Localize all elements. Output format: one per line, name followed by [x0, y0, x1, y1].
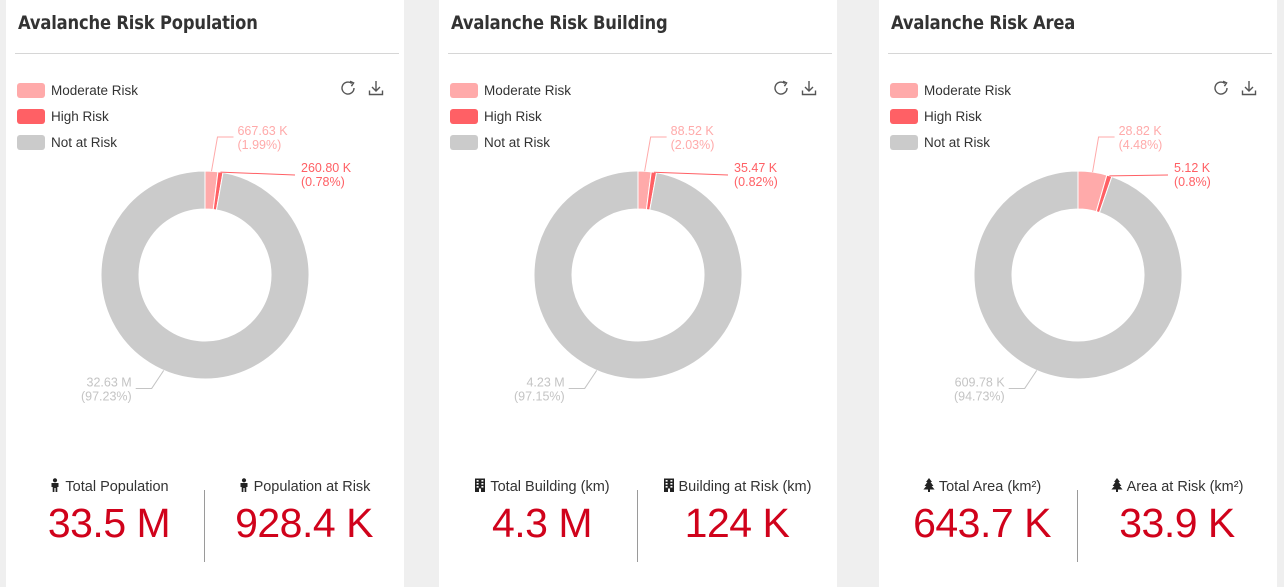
stat-label-row: Total Building (km) — [449, 478, 635, 496]
tree-icon — [923, 478, 935, 496]
legend-item-moderate-risk[interactable]: Moderate Risk — [17, 77, 138, 103]
data-label-value: 88.52 K — [671, 124, 715, 138]
stat-value: 643.7 K — [913, 500, 1051, 546]
title-divider — [15, 53, 399, 54]
data-label-value: 28.82 K — [1119, 124, 1163, 138]
leader-line — [644, 136, 667, 172]
person-icon — [49, 478, 61, 496]
legend-item-moderate-risk[interactable]: Moderate Risk — [450, 77, 571, 103]
stat-label: Total Population — [65, 479, 169, 495]
slice-not-at-risk[interactable] — [533, 170, 743, 380]
data-label-percent: (97.15%) — [514, 389, 565, 403]
data-label-percent: (94.73%) — [954, 389, 1005, 403]
data-label-percent: (97.23%) — [81, 389, 132, 403]
stat-value: 124 K — [684, 500, 790, 546]
card-title: Avalanche Risk Area — [891, 12, 1076, 34]
data-label-percent: (0.78%) — [301, 175, 345, 189]
title-divider — [448, 53, 832, 54]
slice-not-at-risk[interactable] — [100, 170, 310, 380]
donut-chart: 667.63 K(1.99%) 260.80 K(0.78%) 32.63 M(97… — [81, 124, 352, 403]
data-label-percent: (0.82%) — [734, 175, 778, 189]
stat-divider — [637, 490, 638, 562]
refresh-icon[interactable] — [339, 79, 357, 97]
stat-label: Building at Risk (km) — [678, 479, 812, 495]
legend-label: Moderate Risk — [924, 82, 1012, 98]
data-label-percent: (2.03%) — [671, 138, 715, 152]
stat-value: 33.9 K — [1119, 500, 1235, 546]
person-icon — [238, 478, 250, 496]
leader-line — [1008, 370, 1038, 389]
legend-label: Moderate Risk — [51, 82, 139, 98]
data-label-percent: (1.99%) — [237, 138, 281, 152]
data-label-value: 32.63 M — [87, 375, 132, 389]
download-icon[interactable] — [800, 79, 818, 97]
data-label-value: 35.47 K — [734, 161, 778, 175]
download-icon[interactable] — [367, 79, 385, 97]
stat-label-row: Building at Risk (km) — [644, 478, 830, 496]
building-icon — [474, 478, 486, 496]
risk-card: Avalanche Risk Building Moderate Risk High… — [439, 0, 837, 587]
legend-swatch — [450, 82, 478, 98]
stat-value: 33.5 M — [47, 500, 171, 546]
total-stat: Total Area (km²) 643.7 K — [889, 478, 1075, 547]
leader-line — [1109, 174, 1169, 177]
donut-chart: 28.82 K(4.48%) 5.12 K(0.8%) 609.78 K(94.73… — [954, 124, 1211, 403]
data-label-value: 5.12 K — [1174, 161, 1211, 175]
stat-label-row: Total Population — [16, 478, 202, 496]
refresh-icon[interactable] — [772, 79, 790, 97]
slice-not-at-risk[interactable] — [973, 170, 1183, 380]
data-label-percent: (4.48%) — [1119, 138, 1163, 152]
refresh-icon[interactable] — [1212, 79, 1230, 97]
legend-label: Moderate Risk — [484, 82, 572, 98]
legend-swatch — [17, 82, 45, 98]
data-label-value: 609.78 K — [955, 375, 1006, 389]
total-stat: Total Population 33.5 M — [16, 478, 202, 547]
data-label-percent: (0.8%) — [1174, 175, 1211, 189]
risk-card: Avalanche Risk Area Moderate Risk High Ris… — [879, 0, 1277, 587]
download-icon[interactable] — [1240, 79, 1258, 97]
data-label-value: 4.23 M — [526, 375, 564, 389]
at-risk-stat: Area at Risk (km²) 33.9 K — [1084, 478, 1270, 547]
stat-label: Total Area (km²) — [938, 479, 1042, 495]
leader-line — [568, 370, 598, 389]
stat-label: Total Building (km) — [490, 479, 610, 495]
stat-value: 928.4 K — [235, 500, 373, 546]
stat-value: 4.3 M — [491, 500, 593, 546]
leader-line — [211, 136, 234, 172]
title-divider — [888, 53, 1272, 54]
legend-item-moderate-risk[interactable]: Moderate Risk — [890, 77, 1011, 103]
data-label-value: 667.63 K — [237, 124, 288, 138]
stat-divider — [1077, 490, 1078, 562]
total-stat: Total Building (km) 4.3 M — [449, 478, 635, 547]
stat-label-row: Total Area (km²) — [889, 478, 1075, 496]
donut-chart: 88.52 K(2.03%) 35.47 K(0.82%) 4.23 M(97.15… — [514, 124, 778, 403]
card-title: Avalanche Risk Building — [451, 12, 668, 34]
at-risk-stat: Population at Risk 928.4 K — [211, 478, 397, 547]
at-risk-stat: Building at Risk (km) 124 K — [644, 478, 830, 547]
data-label-value: 260.80 K — [301, 161, 352, 175]
legend-swatch — [890, 82, 918, 98]
tree-icon — [1110, 478, 1123, 496]
stat-label-row: Area at Risk (km²) — [1084, 478, 1270, 496]
stat-label: Area at Risk (km²) — [1126, 479, 1244, 495]
stat-label: Population at Risk — [253, 479, 371, 495]
leader-line — [1092, 136, 1115, 173]
stat-divider — [204, 490, 205, 562]
stat-label-row: Population at Risk — [211, 478, 397, 496]
card-title: Avalanche Risk Population — [18, 12, 258, 34]
building-icon — [663, 478, 675, 496]
risk-card: Avalanche Risk Population Moderate Risk Hi… — [6, 0, 404, 587]
leader-line — [135, 370, 165, 389]
